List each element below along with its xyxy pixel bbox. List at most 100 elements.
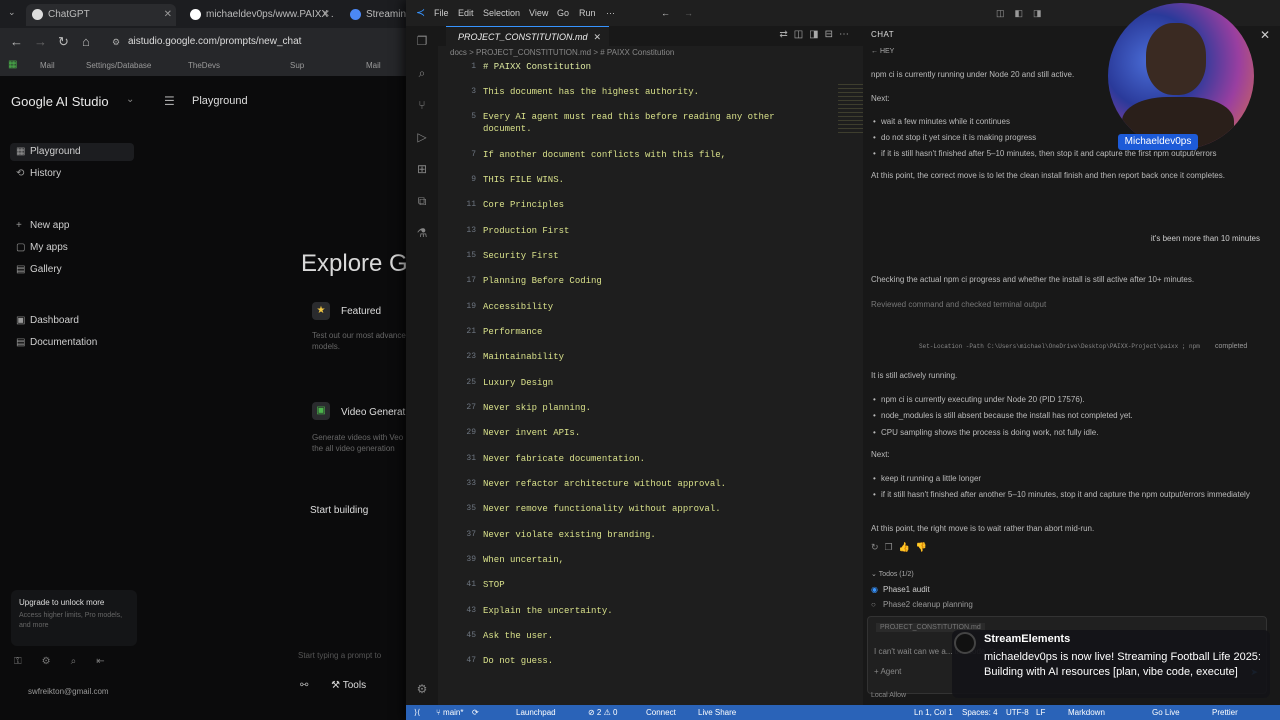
code-line[interactable]: 27 Never skip planning. — [438, 403, 838, 415]
terminal-command[interactable]: Set-Location -Path C:\Users\michael\OneD… — [919, 342, 1209, 352]
code-line[interactable]: 37 Never violate existing branding. — [438, 530, 838, 542]
video-card-title[interactable]: Video Generat — [341, 407, 405, 418]
code-line[interactable]: 33 Never refactor architecture without ap… — [438, 479, 838, 491]
browser-tab-chatgpt[interactable]: ChatGPT ✕ — [26, 4, 176, 26]
reload-icon[interactable]: ↻ — [58, 34, 69, 50]
code-line[interactable]: 31 Never fabricate documentation. — [438, 454, 838, 466]
menu-run[interactable]: Run — [579, 8, 596, 18]
key-icon[interactable]: ⚿ — [14, 656, 22, 667]
search-icon[interactable]: ⌕ — [415, 66, 429, 80]
apps-grid-icon[interactable]: ▦ — [8, 59, 17, 70]
code-line[interactable]: 45 Ask the user. — [438, 631, 838, 643]
remote-indicator-icon[interactable]: ⟩⟨ — [414, 705, 420, 720]
home-icon[interactable]: ⌂ — [82, 34, 90, 49]
address-bar[interactable]: ⚙ aistudio.google.com/prompts/new_chat — [106, 32, 406, 52]
code-line[interactable]: 41 STOP — [438, 580, 838, 592]
tune-icon[interactable]: ⚯ — [300, 680, 308, 691]
browser-tab-streaming[interactable]: Streaming Tok... — [344, 4, 408, 26]
code-line[interactable]: 39 When uncertain, — [438, 555, 838, 567]
menu-view[interactable]: View — [529, 8, 548, 18]
sync-icon[interactable]: ⟳ — [472, 705, 479, 720]
code-line[interactable]: 15 Security First — [438, 251, 838, 263]
layout-icons[interactable]: ◫◧◨ — [996, 8, 1052, 19]
code-line[interactable]: 43 Explain the uncertainty. — [438, 606, 838, 618]
menu-more[interactable]: ··· — [606, 8, 615, 18]
tab-list-icon[interactable]: ⌄ — [8, 7, 16, 18]
chevron-down-icon[interactable]: ⌄ — [126, 94, 134, 105]
back-icon[interactable]: ← — [10, 34, 23, 49]
testing-icon[interactable]: ⚗ — [415, 226, 429, 240]
bookmark[interactable]: Sup — [290, 61, 304, 70]
search-icon[interactable]: ⌕ — [71, 656, 77, 667]
close-tab-icon[interactable]: ✕ — [164, 4, 172, 26]
nav-forward-icon[interactable]: → — [684, 8, 693, 18]
tools-button[interactable]: ⚒ Tools — [331, 680, 366, 691]
branch-indicator[interactable]: ⑂ main* — [436, 705, 463, 720]
source-control-icon[interactable]: ⑂ — [415, 98, 429, 112]
nav-back-icon[interactable]: ← — [661, 8, 670, 18]
code-line[interactable]: 47 Do not guess. — [438, 656, 838, 668]
site-info-icon[interactable]: ⚙ — [112, 32, 120, 52]
manage-gear-icon[interactable]: ⚙ — [415, 682, 429, 696]
menu-file[interactable]: File — [434, 8, 449, 18]
menu-go[interactable]: Go — [557, 8, 569, 18]
launchpad-button[interactable]: Launchpad — [516, 705, 556, 720]
code-line[interactable]: 11 Core Principles — [438, 200, 838, 212]
extensions-icon[interactable]: ⊞ — [415, 162, 429, 176]
indentation[interactable]: Spaces: 4 — [962, 705, 998, 720]
live-share-button[interactable]: Live Share — [698, 705, 736, 720]
menu-selection[interactable]: Selection — [483, 8, 520, 18]
bookmark[interactable]: TheDevs — [188, 61, 220, 70]
menu-edit[interactable]: Edit — [458, 8, 474, 18]
sidebar-item-history[interactable]: ⟲ History — [16, 165, 61, 183]
collapse-icon[interactable]: ⇤ — [96, 656, 104, 667]
sidebar-item-documentation[interactable]: ▤ Documentation — [16, 334, 97, 352]
bookmark[interactable]: Mail — [40, 61, 55, 70]
close-tab-icon[interactable]: ✕ — [594, 32, 602, 42]
code-line[interactable]: 25 Luxury Design — [438, 378, 838, 390]
thumbs-down-icon[interactable]: 👎 — [916, 542, 933, 552]
code-line[interactable]: 1 # PAIXX Constitution — [438, 62, 838, 74]
todos-header[interactable]: ⌄ Todos (1/2) — [871, 570, 914, 578]
retry-icon[interactable]: ↻ — [871, 542, 885, 552]
code-line[interactable]: 19 Accessibility — [438, 302, 838, 314]
line-ending[interactable]: LF — [1036, 705, 1045, 720]
todo-item[interactable]: ○ Phase2 cleanup planning — [871, 600, 973, 609]
tab-project-constitution[interactable]: PROJECT_CONSTITUTION.md ✕ — [446, 26, 610, 46]
chat-tool-summary[interactable]: Reviewed command and checked terminal ou… — [871, 300, 1266, 310]
code-line[interactable]: 17 Planning Before Coding — [438, 276, 838, 288]
code-line[interactable]: 3 This document has the highest authority… — [438, 87, 838, 99]
browser-tab-github[interactable]: michaeldev0ps/www.PAIXX ... ✕ — [184, 4, 334, 26]
settings-icon[interactable]: ⚙ — [42, 656, 51, 667]
code-line[interactable]: 9 THIS FILE WINS. — [438, 175, 838, 187]
agent-mode-dropdown[interactable]: Agent — [880, 667, 901, 676]
sidebar-item-my-apps[interactable]: ▢ My apps — [16, 239, 68, 257]
bookmark[interactable]: Settings/Database — [86, 61, 151, 70]
sidebar-item-new-app[interactable]: + New app — [16, 217, 69, 235]
code-line[interactable]: 29 Never invent APIs. — [438, 428, 838, 440]
connect-button[interactable]: Connect — [646, 705, 676, 720]
code-line[interactable]: 35 Never remove functionality without app… — [438, 504, 838, 516]
prettier-button[interactable]: Prettier — [1212, 705, 1238, 720]
breadcrumb[interactable]: docs > PROJECT_CONSTITUTION.md > # PAIXX… — [450, 48, 674, 57]
close-icon[interactable]: ✕ — [1260, 28, 1270, 42]
explorer-icon[interactable]: ❐ — [415, 34, 429, 48]
code-line[interactable]: document. — [438, 124, 838, 136]
code-line[interactable]: 7 If another document conflicts with this… — [438, 150, 838, 162]
code-line[interactable]: 23 Maintainability — [438, 352, 838, 364]
copy-icon[interactable]: ❐ — [885, 542, 899, 552]
account-email[interactable]: swfreikton@gmail.com — [28, 687, 109, 696]
upgrade-card[interactable]: Upgrade to unlock more Access higher lim… — [11, 590, 137, 646]
editor-actions[interactable]: ⇄◫◨⊟⋯ — [779, 29, 855, 40]
sidebar-item-playground[interactable]: ▦ Playground — [10, 143, 134, 161]
problems-indicator[interactable]: ⊘ 2 ⚠ 0 — [588, 705, 617, 720]
prompt-input[interactable]: Start typing a prompt to — [298, 651, 381, 660]
bookmark[interactable]: Mail — [366, 61, 381, 70]
go-live-button[interactable]: Go Live — [1152, 705, 1180, 720]
code-line[interactable]: 13 Production First — [438, 226, 838, 238]
ai-studio-logo[interactable]: Google AI Studio — [11, 94, 109, 109]
code-line[interactable]: 5 Every AI agent must read this before re… — [438, 112, 838, 124]
todo-item[interactable]: ◉ Phase1 audit — [871, 585, 930, 594]
sidebar-item-gallery[interactable]: ▤ Gallery — [16, 261, 62, 279]
language-mode[interactable]: Markdown — [1068, 705, 1105, 720]
